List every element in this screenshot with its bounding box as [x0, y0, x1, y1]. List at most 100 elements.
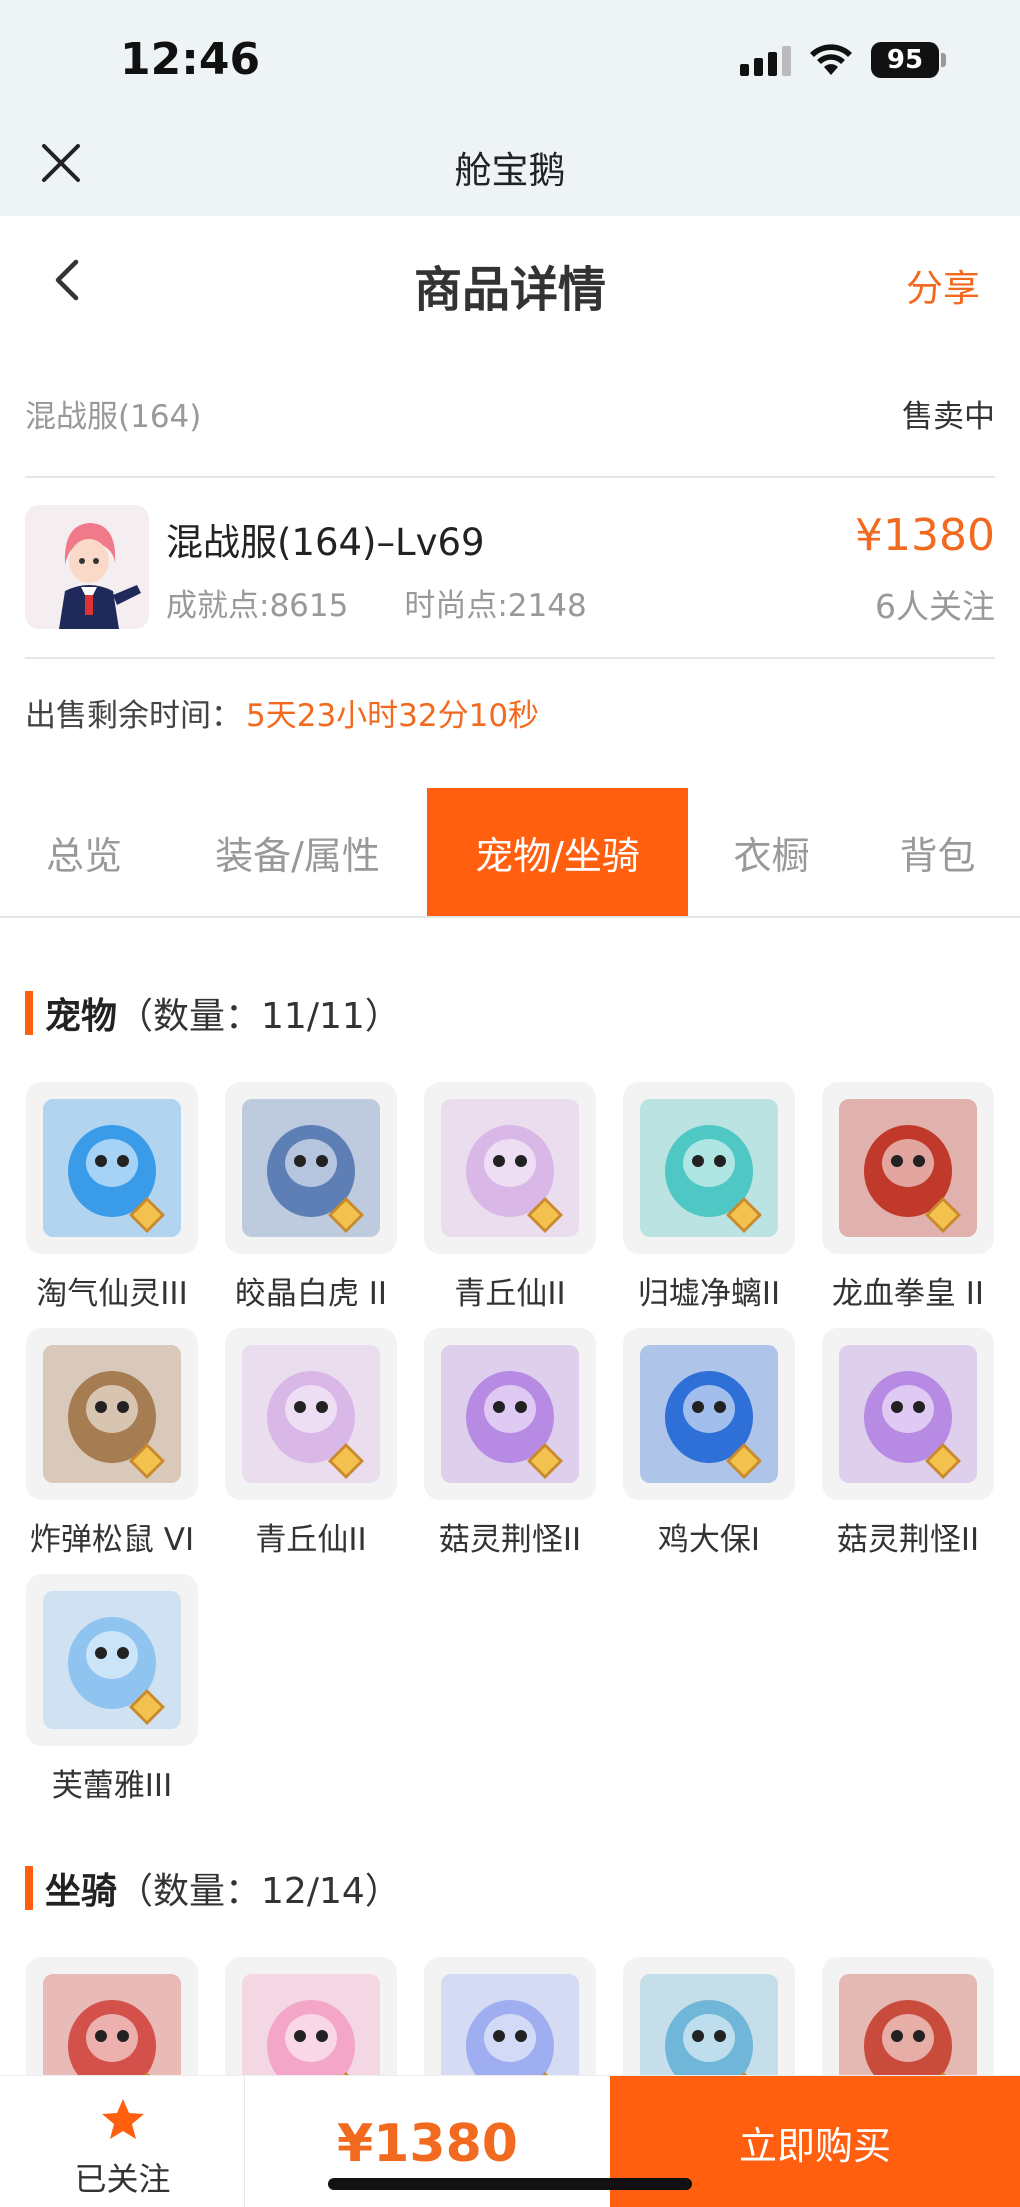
pet-image — [26, 1574, 198, 1746]
blue-chick-icon — [640, 1345, 778, 1483]
server-row: 混战服(164) 售卖中 — [25, 388, 995, 438]
mounts-section-title: 坐骑 — [45, 1871, 118, 1912]
pet-image — [623, 1082, 795, 1254]
pet-card[interactable]: 芙蕾雅III — [26, 1574, 198, 1820]
red-dragon-icon — [839, 1099, 977, 1237]
pet-card[interactable]: 龙血拳皇 II — [822, 1082, 994, 1328]
pet-card[interactable]: 炸弹松鼠 VI — [26, 1328, 198, 1574]
mini-program-header: 12:46 95 舱宝鹅 — [0, 0, 1020, 216]
tab-pets-mounts[interactable]: 宠物/坐骑 — [427, 788, 688, 916]
pet-card[interactable]: 青丘仙II — [424, 1082, 596, 1328]
blue-puppy-icon — [43, 1099, 181, 1237]
product-price: ¥1380 — [855, 510, 995, 561]
white-tiger-icon — [242, 1099, 380, 1237]
divider — [25, 476, 995, 478]
fish-mount-icon — [640, 1974, 778, 2087]
mushroom-elf-icon — [839, 1345, 977, 1483]
pet-name: 炸弹松鼠 VI — [29, 1522, 195, 1558]
squirrel-icon — [43, 1345, 181, 1483]
battery-level: 95 — [871, 42, 939, 78]
character-avatar — [25, 505, 149, 629]
pet-image — [26, 1328, 198, 1500]
pet-image — [225, 1328, 397, 1500]
ice-wolf-mount-icon — [441, 1974, 579, 2087]
pet-image — [424, 1328, 596, 1500]
pet-image — [822, 1328, 994, 1500]
share-button[interactable]: 分享 — [906, 258, 980, 312]
nav-bar: 商品详情 分享 — [0, 216, 1020, 346]
valkyrie-icon — [43, 1591, 181, 1729]
mini-program-title: 舱宝鹅 — [454, 149, 566, 192]
mounts-section-header: 坐骑 （数量：12/14） — [25, 1863, 401, 1913]
pet-name: 淘气仙灵III — [36, 1276, 188, 1312]
fox-fairy-icon — [441, 1099, 579, 1237]
pets-section-count: （数量：11/11） — [117, 996, 401, 1037]
server-name: 混战服(164) — [25, 398, 202, 435]
fox-fairy-icon — [242, 1345, 380, 1483]
mushroom-elf-icon — [441, 1345, 579, 1483]
cyan-dragon-icon — [640, 1099, 778, 1237]
carriage-mount-icon — [839, 1974, 977, 2087]
product-title: 混战服(164)–Lv69 — [166, 521, 485, 564]
achievement-points: 成就点:8615 — [166, 588, 349, 624]
pet-image — [623, 1328, 795, 1500]
tab-overview[interactable]: 总览 — [0, 788, 168, 916]
pet-card[interactable]: 青丘仙II — [225, 1328, 397, 1574]
mount-grid — [26, 1957, 996, 2087]
bottom-price: ¥1380 — [337, 2114, 518, 2174]
fashion-points: 时尚点:2148 — [404, 588, 587, 624]
pet-name: 青丘仙II — [255, 1522, 367, 1558]
pet-name: 归墟净螭II — [637, 1276, 781, 1312]
pet-name: 鸡大保I — [657, 1522, 761, 1558]
tab-backpack[interactable]: 背包 — [855, 788, 1020, 916]
battery-icon: 95 — [871, 42, 946, 78]
mount-card[interactable] — [822, 1957, 994, 2087]
sell-status: 售卖中 — [902, 398, 995, 435]
mount-card[interactable] — [424, 1957, 596, 2087]
home-indicator — [328, 2178, 692, 2190]
detail-tabs: 总览 装备/属性 宠物/坐骑 衣橱 背包 — [0, 788, 1020, 916]
mount-card[interactable] — [225, 1957, 397, 2087]
pets-section-header: 宠物 （数量：11/11） — [25, 988, 401, 1038]
tab-equipment[interactable]: 装备/属性 — [168, 788, 427, 916]
product-stats: 成就点:8615 时尚点:2148 — [166, 580, 587, 625]
tab-wardrobe[interactable]: 衣橱 — [688, 788, 855, 916]
pet-card[interactable]: 淘气仙灵III — [26, 1082, 198, 1328]
status-time: 12:46 — [120, 34, 261, 85]
cellular-signal-icon — [740, 44, 791, 76]
section-accent-bar — [25, 991, 33, 1035]
mounts-section-count: （数量：12/14） — [117, 1871, 401, 1912]
mount-card[interactable] — [623, 1957, 795, 2087]
pet-card[interactable]: 鸡大保I — [623, 1328, 795, 1574]
follower-count: 6人关注 — [875, 587, 995, 626]
status-icons: 95 — [740, 40, 946, 80]
pet-image — [225, 1082, 397, 1254]
pet-card[interactable]: 皎晶白虎 II — [225, 1082, 397, 1328]
pet-name: 菇灵荆怪II — [836, 1522, 980, 1558]
pet-card[interactable]: 菇灵荆怪II — [424, 1328, 596, 1574]
pets-section-title: 宠物 — [45, 996, 118, 1037]
divider — [25, 657, 995, 659]
remaining-time: 出售剩余时间： 5天23小时32分10秒 — [25, 690, 539, 735]
pet-name: 青丘仙II — [454, 1276, 566, 1312]
remaining-time-value: 5天23小时32分10秒 — [246, 698, 540, 734]
pet-image — [424, 1082, 596, 1254]
follow-label: 已关注 — [74, 2160, 171, 2198]
pet-card[interactable]: 菇灵荆怪II — [822, 1328, 994, 1574]
remaining-time-label: 出售剩余时间： — [25, 698, 242, 734]
star-icon — [102, 2099, 144, 2139]
page-title: 商品详情 — [413, 262, 606, 318]
wifi-icon — [810, 44, 852, 75]
pet-name: 皎晶白虎 II — [234, 1276, 388, 1312]
mount-card[interactable] — [26, 1957, 198, 2087]
pet-name: 芙蕾雅III — [51, 1768, 173, 1804]
tabs-divider — [0, 916, 1020, 918]
pet-name: 龙血拳皇 II — [831, 1276, 985, 1312]
section-accent-bar — [25, 1866, 33, 1910]
pink-candy-mount-icon — [242, 1974, 380, 2087]
pet-card[interactable]: 归墟净螭II — [623, 1082, 795, 1328]
pet-name: 菇灵荆怪II — [438, 1522, 582, 1558]
pet-image — [822, 1082, 994, 1254]
follow-button[interactable]: 已关注 — [0, 2076, 245, 2207]
red-dragon-mount-icon — [43, 1974, 181, 2087]
